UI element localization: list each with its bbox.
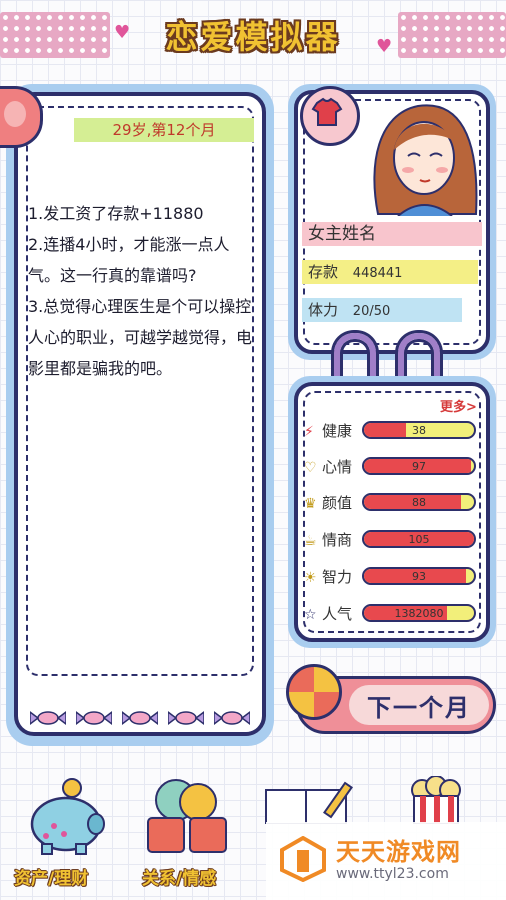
stat-row-health: ⚡ 健康 38 [304,420,478,442]
leisure-nav-button[interactable] [404,775,468,825]
stat-bar: 105 [362,530,476,548]
relations-nav-label: 关系/情感 [142,869,217,889]
age-month-label: 29岁,第12个月 [74,118,254,142]
event-item: 3.总觉得心理医生是个可以操控人心的职业，可越学越觉得，电影里都是骗我的吧。 [28,297,253,378]
relations-nav-button[interactable]: 关系/情感 [132,776,242,896]
watermark-name: 天天游戏网 [336,838,461,866]
stat-label: 颜值 [322,494,353,512]
stat-label: 智力 [322,568,353,586]
app-title: 恋爱模拟器 [165,18,341,56]
stat-row-looks: ♛ 颜值 88 [304,492,478,514]
stat-row-intellect: ☀ 智力 93 [304,566,478,588]
stat-value: 105 [408,533,430,546]
stat-bar: 88 [362,493,476,511]
savings-label: 存款 [308,263,339,281]
watermark-url: www.ttyl23.com [336,866,449,882]
stat-value: 93 [412,570,426,583]
heroine-portrait [373,104,478,216]
candy-icon [76,711,112,725]
heart-icon: ♥ [376,36,393,57]
stamina-value: 20/50 [352,304,391,319]
stamina-row: 体力 20/50 [302,298,462,322]
assets-nav-label: 资产/理财 [14,869,89,889]
stat-label: 人气 [322,605,353,623]
header-dots-right [398,12,506,58]
stat-row-mood: ♡ 心情 97 [304,456,478,478]
candy-icon [122,711,158,725]
stat-row-eq: ☕ 情商 105 [304,529,478,551]
event-item: 1.发工资了存款+11880 [28,204,204,223]
story-panel [6,84,274,746]
candy-icon [214,711,250,725]
stamina-label: 体力 [308,301,339,319]
savings-value: 448441 [352,266,403,281]
watermark-logo-icon [280,836,326,882]
stat-label: 健康 [322,422,353,440]
couple-cups-icon [147,779,227,853]
heroine-name: 女主姓名 [302,222,482,246]
stat-value: 88 [412,496,426,509]
more-stats-link[interactable]: 更多> [440,396,477,415]
stat-row-popularity: ☆ 人气 1382080 [304,603,478,625]
event-log: 1.发工资了存款+11880 2.连播4小时，才能涨一点人气。这一行真的靠谱吗?… [28,198,252,384]
coffee-icon: ☕ [304,533,317,549]
lightbulb-icon: ☀ [304,570,317,586]
stat-label: 心情 [322,458,353,476]
stat-bar: 97 [362,457,476,475]
outfit-button[interactable] [300,86,360,146]
stat-bar: 93 [362,567,476,585]
star-icon: ☆ [304,607,317,623]
candy-icon [168,711,204,725]
popcorn-icon [411,775,461,825]
stat-label: 情商 [322,531,353,549]
stat-value: 97 [412,460,426,473]
lightning-icon: ⚡ [304,424,314,440]
piggy-bank-icon [30,778,105,855]
candy-icon [30,711,66,725]
savings-row: 存款 448441 [302,260,478,284]
stat-value: 1382080 [394,607,444,620]
event-item: 2.连播4小时，才能涨一点人气。这一行真的靠谱吗? [28,235,230,285]
header-dots-left [0,12,110,58]
study-nav-button[interactable] [262,780,366,825]
stat-value: 38 [412,424,426,437]
stat-bar: 38 [362,421,476,439]
shirt-icon [311,97,343,126]
book-pencil-icon [265,781,353,825]
heart-icon: ♡ [304,460,317,476]
lollipop-icon [286,664,342,720]
stat-bar: 1382080 [362,604,476,622]
crown-icon: ♛ [304,496,317,512]
assets-nav-button[interactable]: 资产/理财 [8,776,118,896]
next-month-label: 下一个月 [349,685,489,725]
